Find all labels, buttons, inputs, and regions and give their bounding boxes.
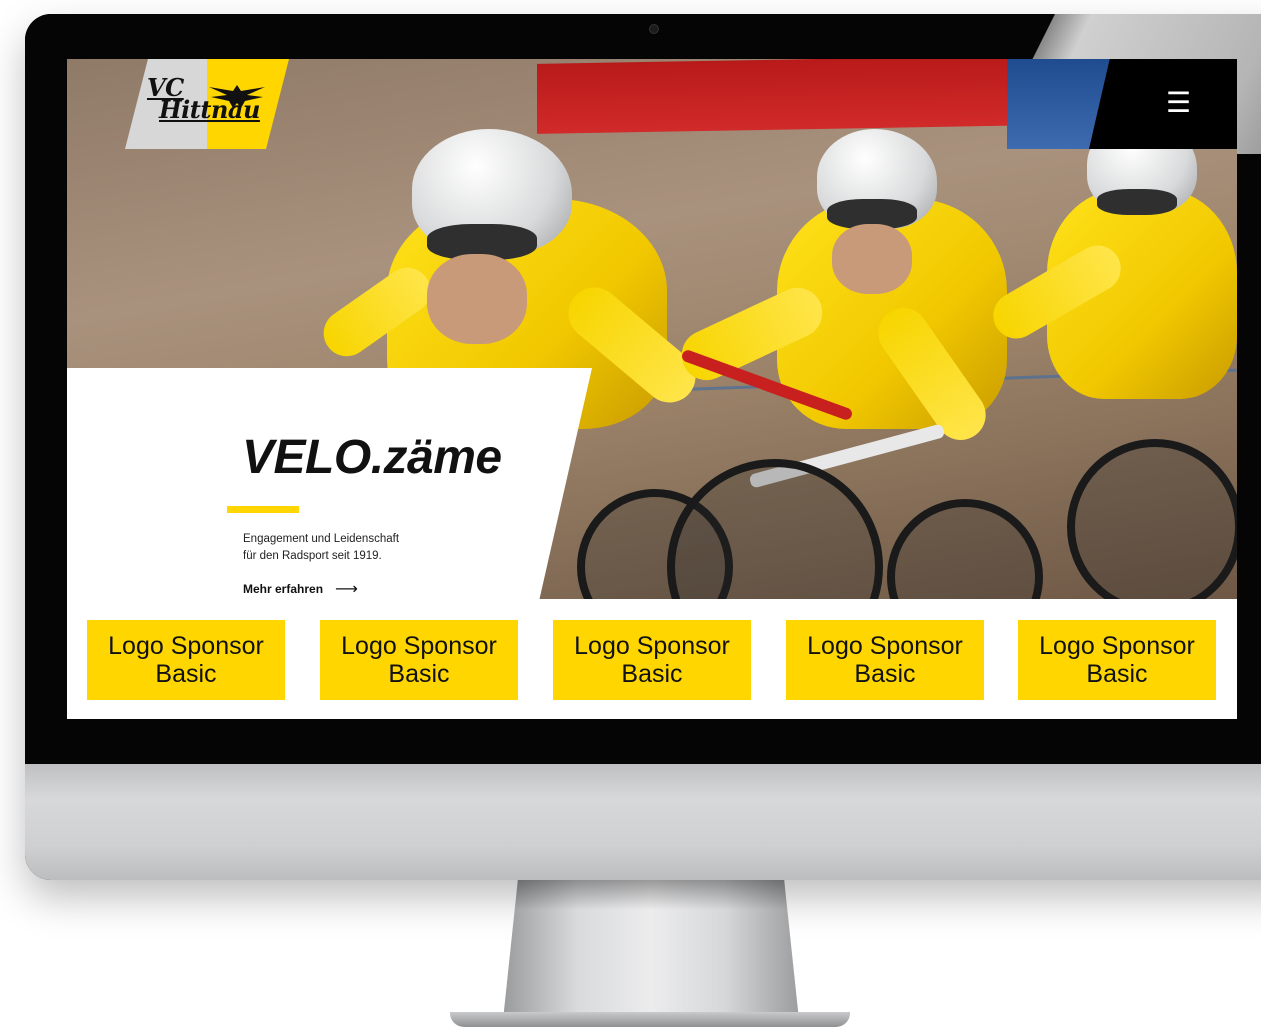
sponsor-tier: Basic — [155, 660, 217, 688]
hamburger-menu-icon[interactable]: ☰ — [1166, 89, 1191, 117]
cyclist-figure — [957, 119, 1237, 599]
sponsor-logo[interactable]: Logo Sponsor Basic — [87, 620, 285, 700]
tagline-line2: für den Radsport seit 1919. — [243, 550, 382, 562]
sponsor-logo[interactable]: Logo Sponsor Basic — [553, 620, 751, 700]
tagline-line1: Engagement und Leidenschaft — [243, 533, 400, 545]
hero-text-panel: VELO.zäme Engagement und Leidenschaft fü… — [67, 368, 592, 599]
camera-icon — [649, 24, 659, 34]
eagle-crest-icon — [209, 85, 265, 108]
bike-wheel — [667, 459, 883, 599]
arrow-right-icon: ⟶ — [335, 579, 358, 598]
sponsor-strip: Logo Sponsor Basic Logo Sponsor Basic Lo… — [67, 599, 1237, 719]
cyclist-face — [832, 224, 912, 294]
sponsor-tier: Basic — [854, 660, 916, 688]
sponsor-logo[interactable]: Logo Sponsor Basic — [786, 620, 984, 700]
stand-foot — [450, 1012, 850, 1027]
hero-tagline: Engagement und Leidenschaft für den Rads… — [243, 531, 463, 565]
stand-shadow — [514, 880, 788, 910]
monitor-chin — [25, 764, 1261, 880]
menu-background — [1089, 59, 1237, 149]
device-mockup: VC Hittnau ☰ VELO.zäme Engagement und Le… — [0, 0, 1261, 1027]
sponsor-label: Logo Sponsor — [1039, 632, 1195, 660]
sponsor-label: Logo Sponsor — [108, 632, 264, 660]
sponsor-label: Logo Sponsor — [807, 632, 963, 660]
sponsor-label: Logo Sponsor — [341, 632, 497, 660]
sponsor-tier: Basic — [621, 660, 683, 688]
sponsor-tier: Basic — [388, 660, 450, 688]
sponsor-logo[interactable]: Logo Sponsor Basic — [1018, 620, 1216, 700]
sponsor-tier: Basic — [1086, 660, 1148, 688]
bike-wheel — [1067, 439, 1237, 599]
hero-headline: VELO.zäme — [242, 431, 502, 484]
more-info-label: Mehr erfahren — [243, 581, 324, 596]
hero-image: VC Hittnau ☰ VELO.zäme Engagement und Le… — [67, 59, 1237, 599]
cyclist-face — [427, 254, 527, 344]
cyclist-visor — [1097, 189, 1177, 215]
website-screen: VC Hittnau ☰ VELO.zäme Engagement und Le… — [67, 59, 1237, 719]
sponsor-label: Logo Sponsor — [574, 632, 730, 660]
more-info-link[interactable]: Mehr erfahren ⟶ — [243, 579, 358, 598]
accent-bar — [227, 506, 299, 513]
sponsor-logo[interactable]: Logo Sponsor Basic — [320, 620, 518, 700]
